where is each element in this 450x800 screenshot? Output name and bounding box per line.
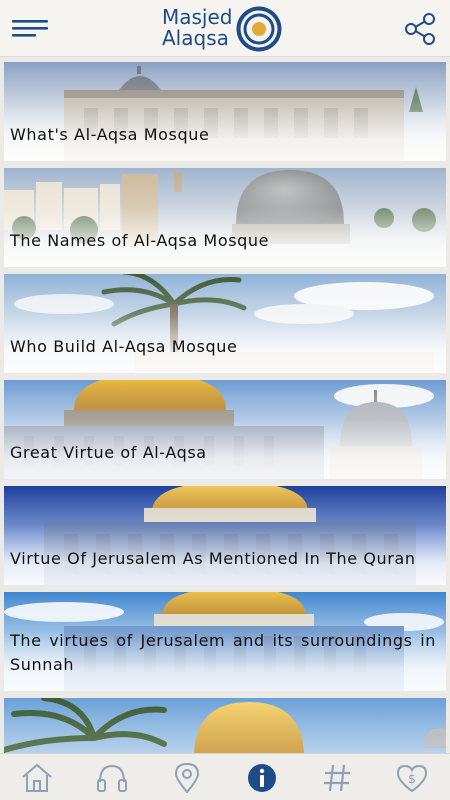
tab-home[interactable] [0,754,75,800]
topic-card-partial[interactable] [4,698,446,753]
tab-audio[interactable] [75,754,150,800]
tab-location[interactable] [150,754,225,800]
menu-button[interactable] [10,14,50,42]
logo-line-1: Masjed [162,5,233,29]
logo-mark-icon [236,6,282,52]
card-title: The Names of Al-Aqsa Mosque [10,231,270,250]
card-title: Who Build Al-Aqsa Mosque [10,337,238,356]
hamburger-icon [12,20,48,37]
tab-donate[interactable]: $ [375,754,450,800]
topic-card-virtues-sunnah[interactable]: The virtues of Jerusalem and its surroun… [4,592,446,691]
topic-card-great-virtue[interactable]: Great Virtue of Al-Aqsa [4,380,446,479]
topic-card-virtue-quran[interactable]: Virtue Of Jerusalem As Mentioned In The … [4,486,446,585]
svg-text:$: $ [408,772,416,786]
card-overlay [4,698,446,753]
heart-dollar-icon: $ [396,764,428,793]
home-icon [22,763,52,792]
card-title: Great Virtue of Al-Aqsa [10,443,207,462]
bottom-tab-bar: $ [0,753,450,800]
share-icon [405,13,435,45]
logo-text: Masjed Alaqsa [162,5,233,50]
tab-hashtag[interactable] [300,754,375,800]
card-title: The virtues of Jerusalem and its surroun… [10,631,436,674]
app-logo: Masjed Alaqsa [162,5,286,53]
tab-info[interactable] [225,754,300,800]
topics-list: What's Al-Aqsa Mosque The Names of Al-Aq… [0,57,450,753]
topic-card-whats-al-aqsa[interactable]: What's Al-Aqsa Mosque [4,62,446,161]
topic-card-who-build[interactable]: Who Build Al-Aqsa Mosque [4,274,446,373]
topic-card-names[interactable]: The Names of Al-Aqsa Mosque [4,168,446,267]
hashtag-icon [324,764,350,792]
location-pin-icon [174,762,200,794]
headphones-icon [97,764,127,792]
app-header: Masjed Alaqsa [0,0,450,57]
info-icon [248,764,276,792]
card-title: Virtue Of Jerusalem As Mentioned In The … [10,549,416,568]
share-button[interactable] [402,12,438,46]
logo-line-2: Alaqsa [162,26,229,50]
card-title: What's Al-Aqsa Mosque [10,125,210,144]
